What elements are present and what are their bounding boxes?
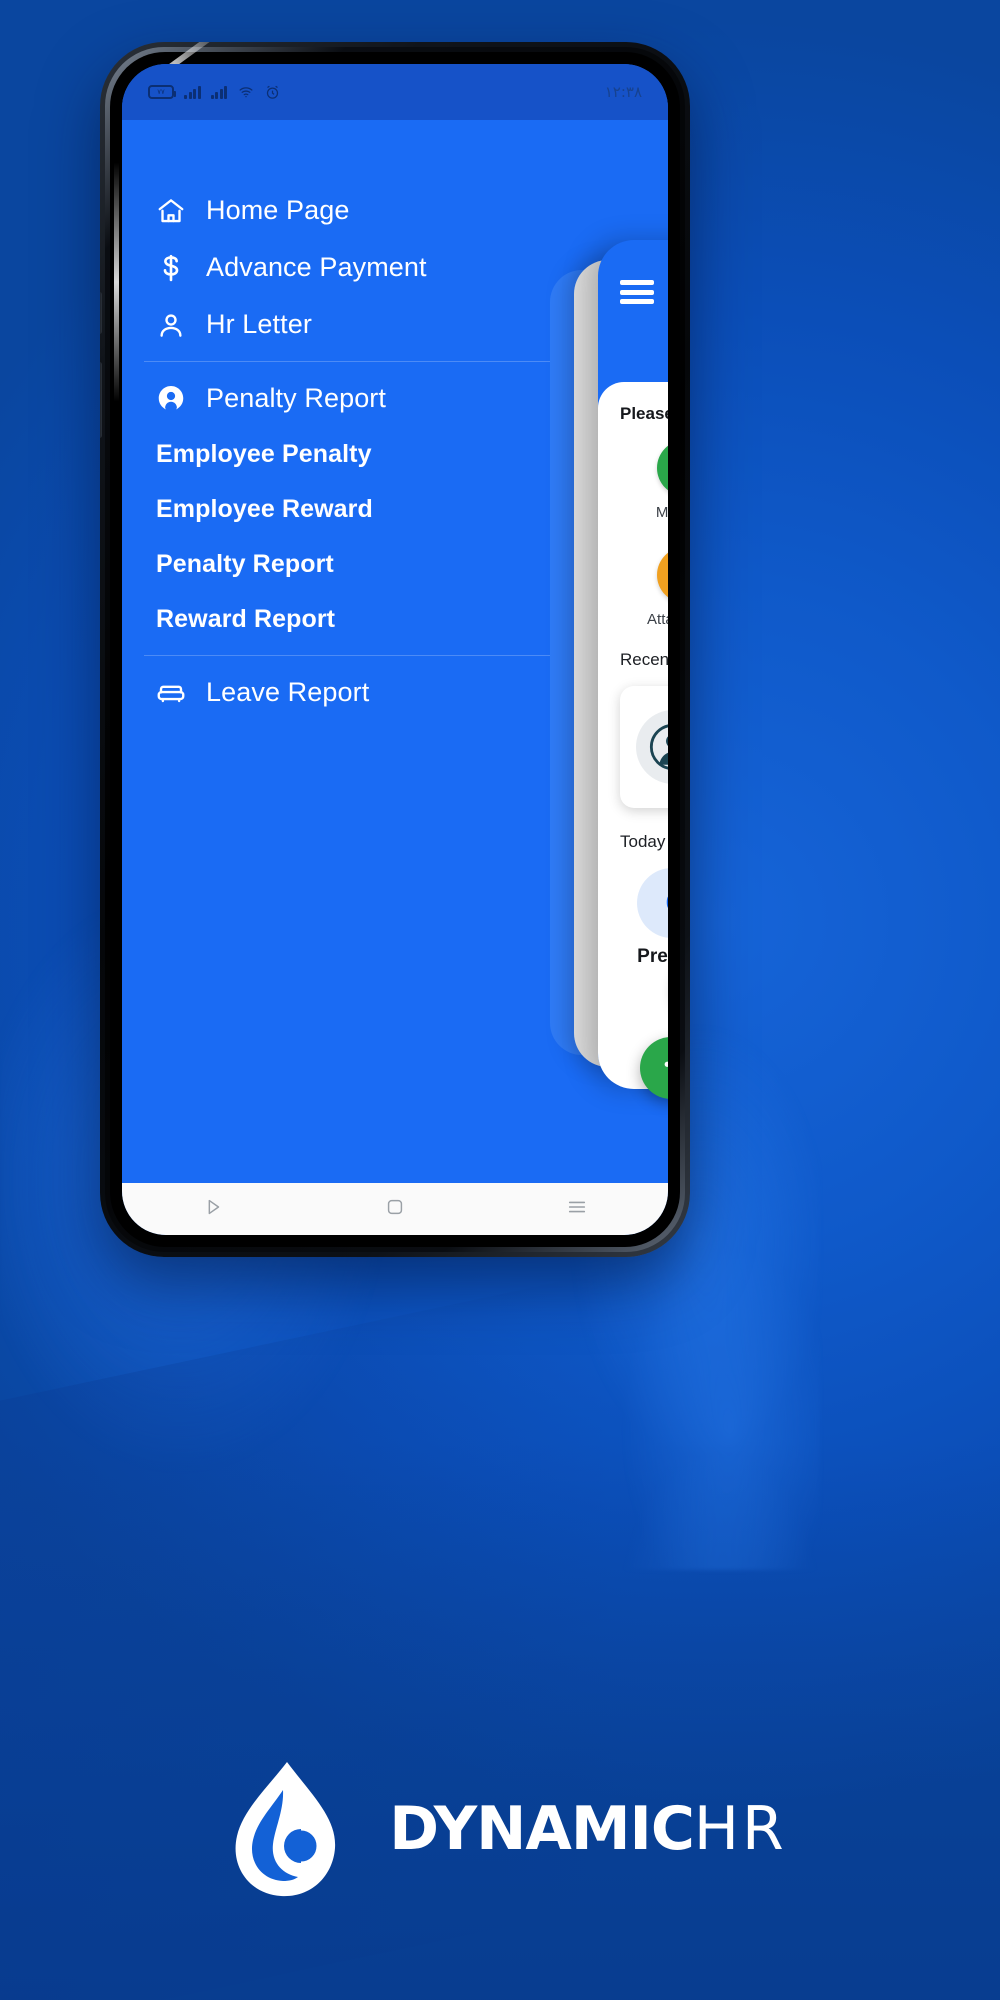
triangle-icon: [208, 1199, 220, 1214]
service-attandance[interactable]: Attandance: [620, 547, 668, 628]
service-missions[interactable]: Missions 1: [620, 440, 668, 541]
attendance-value: 0: [637, 868, 668, 938]
status-bar-time: ١٢:٣٨: [604, 83, 642, 101]
signal-icon-2: [210, 85, 227, 99]
background-glow: [0, 1440, 1000, 2000]
recents-button[interactable]: [566, 1196, 588, 1223]
drawer-item-label: Reward Report: [156, 605, 336, 633]
dollar-icon: [156, 253, 186, 283]
services-section-title: Please Choose Services: [620, 404, 668, 423]
recent-leave-title: Recent Leave Application: [620, 650, 668, 669]
logo-wordmark: DYNAMIC HR: [389, 1794, 786, 1864]
drawer-item-label: Penalty Report: [156, 550, 334, 578]
status-bar: ٧٧ ١٢:٣٨: [122, 64, 668, 120]
lines-icon: [568, 1201, 586, 1212]
drawer-item-label: Penalty Report: [206, 383, 386, 413]
drawer-item-label: Advance Payment: [206, 252, 427, 282]
back-button[interactable]: [202, 1196, 224, 1223]
drawer-item-label: Leave Report: [206, 677, 370, 707]
service-label: Missions: [655, 504, 668, 521]
home-button[interactable]: [384, 1196, 406, 1223]
home-content-card: Please Choose Services Missions 1: [598, 382, 668, 1089]
home-screen-panel: Hi, Heba Fathy Good Afternoon Please Cho…: [598, 240, 668, 1089]
attendance-title: Today Attendance: [620, 832, 668, 851]
greeting-time-of-day: Good Afternoon: [620, 320, 668, 352]
battery-level-label: ٧٧: [157, 88, 165, 96]
logo-secondary-text: HR: [693, 1794, 787, 1864]
android-nav-bar: [122, 1183, 668, 1235]
drawer-item-home-page[interactable]: Home Page: [122, 182, 668, 239]
attendance-row: 0 Present 0 Late: [620, 868, 668, 968]
document-icon: [657, 547, 668, 603]
battery-icon: ٧٧: [148, 85, 176, 99]
drawer-item-label: Home Page: [206, 195, 350, 225]
drawer-item-label: Employee Reward: [156, 495, 373, 523]
alarm-icon: [266, 85, 279, 99]
recent-leave-card[interactable]: [620, 686, 668, 808]
phone-screen: ٧٧ ١٢:٣٨ Home Page Advance Payment Hr Le…: [122, 64, 668, 1235]
service-count: 1: [620, 524, 668, 541]
home-header: Hi, Heba Fathy Good Afternoon: [598, 240, 668, 352]
person-icon: [156, 310, 186, 340]
user-avatar-icon: [636, 710, 668, 784]
services-grid: Missions 1 Leave 2: [620, 440, 668, 628]
dots-icon: [664, 1061, 668, 1067]
signal-icon: [184, 85, 201, 99]
dynamic-hr-logo-icon: [235, 1762, 336, 1897]
service-label: Attandance: [647, 611, 668, 628]
phone-highlight: [114, 162, 119, 402]
brand-logo: DYNAMIC HR: [0, 1754, 1000, 1904]
envelope-icon: [657, 440, 668, 496]
wifi-icon: [239, 87, 253, 98]
hamburger-menu-icon[interactable]: [620, 280, 654, 304]
drawer-item-label: Hr Letter: [206, 309, 312, 339]
sofa-icon: [156, 678, 186, 708]
attendance-label: Present: [637, 946, 668, 967]
square-icon: [387, 1199, 403, 1214]
account-circle-icon: [156, 384, 186, 414]
phone-mockup: ٧٧ ١٢:٣٨ Home Page Advance Payment Hr Le…: [100, 42, 690, 1257]
logo-primary-text: DYNAMIC: [389, 1794, 695, 1864]
power-button[interactable]: [100, 362, 102, 438]
volume-button[interactable]: [100, 292, 102, 334]
home-icon: [156, 196, 186, 226]
drawer-item-label: Employee Penalty: [156, 440, 372, 468]
attendance-present[interactable]: 0 Present: [620, 868, 668, 968]
